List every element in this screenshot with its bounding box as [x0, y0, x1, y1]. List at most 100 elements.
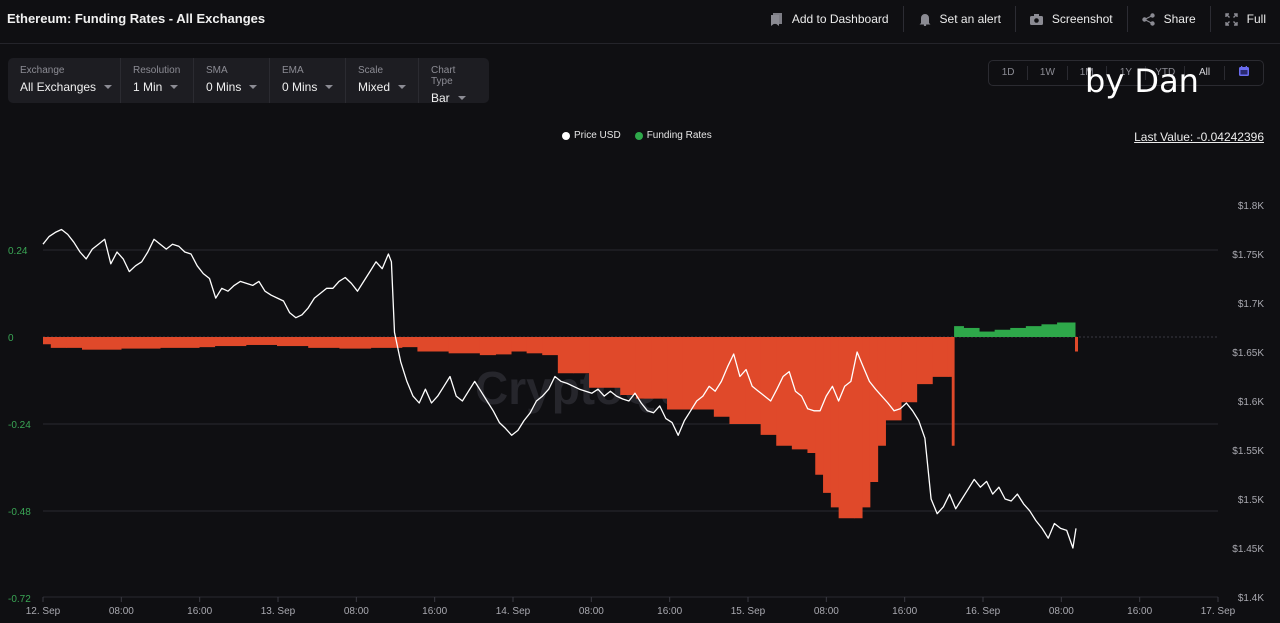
scale-select[interactable]: Scale Mixed [345, 58, 418, 103]
funding-bar [1057, 322, 1074, 337]
add-to-dashboard-label: Add to Dashboard [791, 12, 889, 26]
funding-bar [994, 329, 1011, 337]
funding-bar [979, 331, 996, 337]
scale-value: Mixed [358, 80, 391, 94]
funding-bar [667, 337, 684, 410]
right-axis-tick: $1.55K [1232, 446, 1264, 457]
x-axis-tick: 16:00 [657, 606, 682, 617]
exchange-value: All Exchanges [20, 80, 97, 94]
left-axis-tick: -0.48 [8, 507, 31, 518]
legend-item-funding[interactable]: Funding Rates [634, 130, 712, 141]
right-axis-tick: $1.4K [1238, 593, 1264, 604]
legend-label-funding: Funding Rates [646, 130, 712, 141]
legend-dot-funding [634, 131, 643, 140]
right-axis-tick: $1.5K [1238, 495, 1264, 506]
funding-bar [214, 337, 247, 347]
funding-bar [869, 337, 879, 482]
funding-bar [729, 337, 746, 424]
x-axis-tick: 12. Sep [26, 606, 61, 617]
funding-bar [1010, 327, 1027, 337]
funding-bar [339, 337, 372, 349]
calendar-icon [1238, 66, 1249, 76]
funding-bar [277, 337, 309, 347]
funding-bar [745, 337, 762, 424]
ema-select[interactable]: EMA 0 Mins [269, 58, 345, 103]
calendar-button[interactable] [1223, 66, 1263, 80]
share-button[interactable]: Share [1126, 6, 1210, 32]
funding-bar [635, 337, 652, 399]
funding-bar [885, 337, 902, 421]
sma-label: SMA [206, 65, 228, 76]
x-axis-tick: 16:00 [1127, 606, 1152, 617]
funding-bar [199, 337, 216, 348]
camera-icon [1030, 12, 1044, 26]
share-label: Share [1163, 12, 1196, 26]
funding-bar [932, 337, 949, 377]
right-axis-tick: $1.75K [1232, 250, 1264, 261]
funding-bar [50, 337, 67, 348]
left-axis-tick: 0 [8, 333, 14, 344]
range-1w-button[interactable]: 1W [1027, 66, 1066, 80]
funding-bar [245, 337, 278, 345]
funding-bar [854, 337, 863, 519]
funding-bar [963, 327, 980, 337]
funding-bar [620, 337, 637, 395]
x-axis-tick: 16:00 [422, 606, 447, 617]
funding-bar [954, 326, 964, 337]
funding-bar [1072, 322, 1076, 337]
set-alert-button[interactable]: Set an alert [902, 6, 1015, 32]
resolution-select[interactable]: Resolution 1 Min [120, 58, 193, 103]
funding-bar [916, 337, 933, 385]
chart-controls: Exchange All Exchanges Resolution 1 Min … [8, 58, 489, 105]
right-axis-tick: $1.7K [1238, 299, 1264, 310]
funding-bar [511, 337, 528, 352]
set-alert-label: Set an alert [939, 12, 1001, 26]
header-actions: Add to Dashboard Set an alert Screenshot… [756, 6, 1280, 32]
funding-bar [448, 337, 481, 354]
add-to-dashboard-button[interactable]: Add to Dashboard [756, 6, 903, 32]
scale-label: Scale [358, 65, 384, 76]
funding-bar [830, 337, 840, 508]
chevron-down-icon [325, 85, 334, 89]
x-axis-tick: 08:00 [579, 606, 604, 617]
x-axis-tick: 16. Sep [966, 606, 1001, 617]
funding-bar [82, 337, 122, 350]
funding-bar [951, 337, 955, 446]
screenshot-label: Screenshot [1051, 12, 1113, 26]
x-axis-tick: 08:00 [1049, 606, 1074, 617]
legend-item-price[interactable]: Price USD [562, 130, 621, 141]
sma-select[interactable]: SMA 0 Mins [193, 58, 269, 103]
chart-type-select[interactable]: Chart Type Bar [418, 58, 489, 105]
funding-bar [1041, 324, 1058, 337]
chevron-down-icon [457, 96, 466, 100]
chart-legend: Price USD Funding Rates [562, 130, 726, 141]
left-axis-tick: 0.24 [8, 246, 28, 257]
funding-bar [589, 337, 621, 388]
funding-bar [542, 337, 559, 356]
funding-bar [417, 337, 450, 352]
x-axis-tick: 16:00 [892, 606, 917, 617]
x-axis-tick: 14. Sep [496, 606, 531, 617]
funding-bar [713, 337, 730, 417]
x-axis-tick: 08:00 [814, 606, 839, 617]
legend-label-price: Price USD [574, 130, 621, 141]
funding-bar [495, 337, 512, 355]
funding-bar [760, 337, 777, 435]
funding-bar [479, 337, 496, 356]
left-axis-tick: -0.24 [8, 420, 31, 431]
legend-dot-price [562, 131, 570, 140]
exchange-select[interactable]: Exchange All Exchanges [8, 58, 120, 103]
x-axis-tick: 15. Sep [731, 606, 766, 617]
x-axis-tick: 17. Sep [1201, 606, 1236, 617]
ema-value: 0 Mins [282, 80, 318, 94]
funding-bar [43, 337, 52, 345]
funding-bar [1075, 337, 1078, 352]
chevron-down-icon [104, 85, 113, 89]
range-1d-button[interactable]: 1D [989, 66, 1027, 80]
chevron-down-icon [398, 85, 407, 89]
funding-bar [308, 337, 340, 348]
last-value-link[interactable]: Last Value: -0.04242396 [1134, 130, 1264, 144]
fullscreen-button[interactable]: Full [1209, 6, 1280, 32]
screenshot-button[interactable]: Screenshot [1014, 6, 1127, 32]
funding-bar [791, 337, 808, 450]
